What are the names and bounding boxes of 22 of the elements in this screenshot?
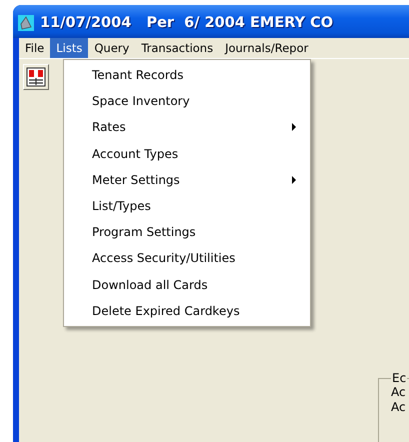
menu-entry[interactable]: Account Types [64, 140, 310, 167]
menu-item[interactable]: File [19, 38, 50, 58]
menu-entry[interactable]: Delete Expired Cardkeys [64, 298, 310, 324]
menu-item[interactable]: Transactions [135, 38, 220, 58]
group-title: Ec [391, 371, 408, 385]
menu-entry[interactable]: Tenant Records [64, 62, 310, 88]
menu-entry[interactable]: Meter Settings [64, 166, 310, 193]
menu-entry[interactable]: Download all Cards [64, 272, 310, 298]
menu-item[interactable]: Journals/Repor [219, 38, 314, 58]
menu-entry[interactable]: Space Inventory [64, 88, 310, 114]
menu-entry[interactable]: List/Types [64, 192, 310, 220]
menu-entry[interactable]: Program Settings [64, 219, 310, 246]
grid-icon [26, 67, 46, 87]
app-icon [18, 14, 34, 30]
menu-entry[interactable]: Access Security/Utilities [64, 245, 310, 272]
field-label: Ac [391, 385, 407, 400]
field-label: Ac [391, 400, 407, 415]
menu-item[interactable]: Lists [50, 38, 88, 58]
window-title: 11/07/2004 Per 6/ 2004 EMERY CO [40, 14, 334, 30]
toolbar-button[interactable] [23, 64, 49, 90]
menu-item[interactable]: Query [88, 38, 136, 58]
menu-entry[interactable]: Rates [64, 114, 310, 141]
